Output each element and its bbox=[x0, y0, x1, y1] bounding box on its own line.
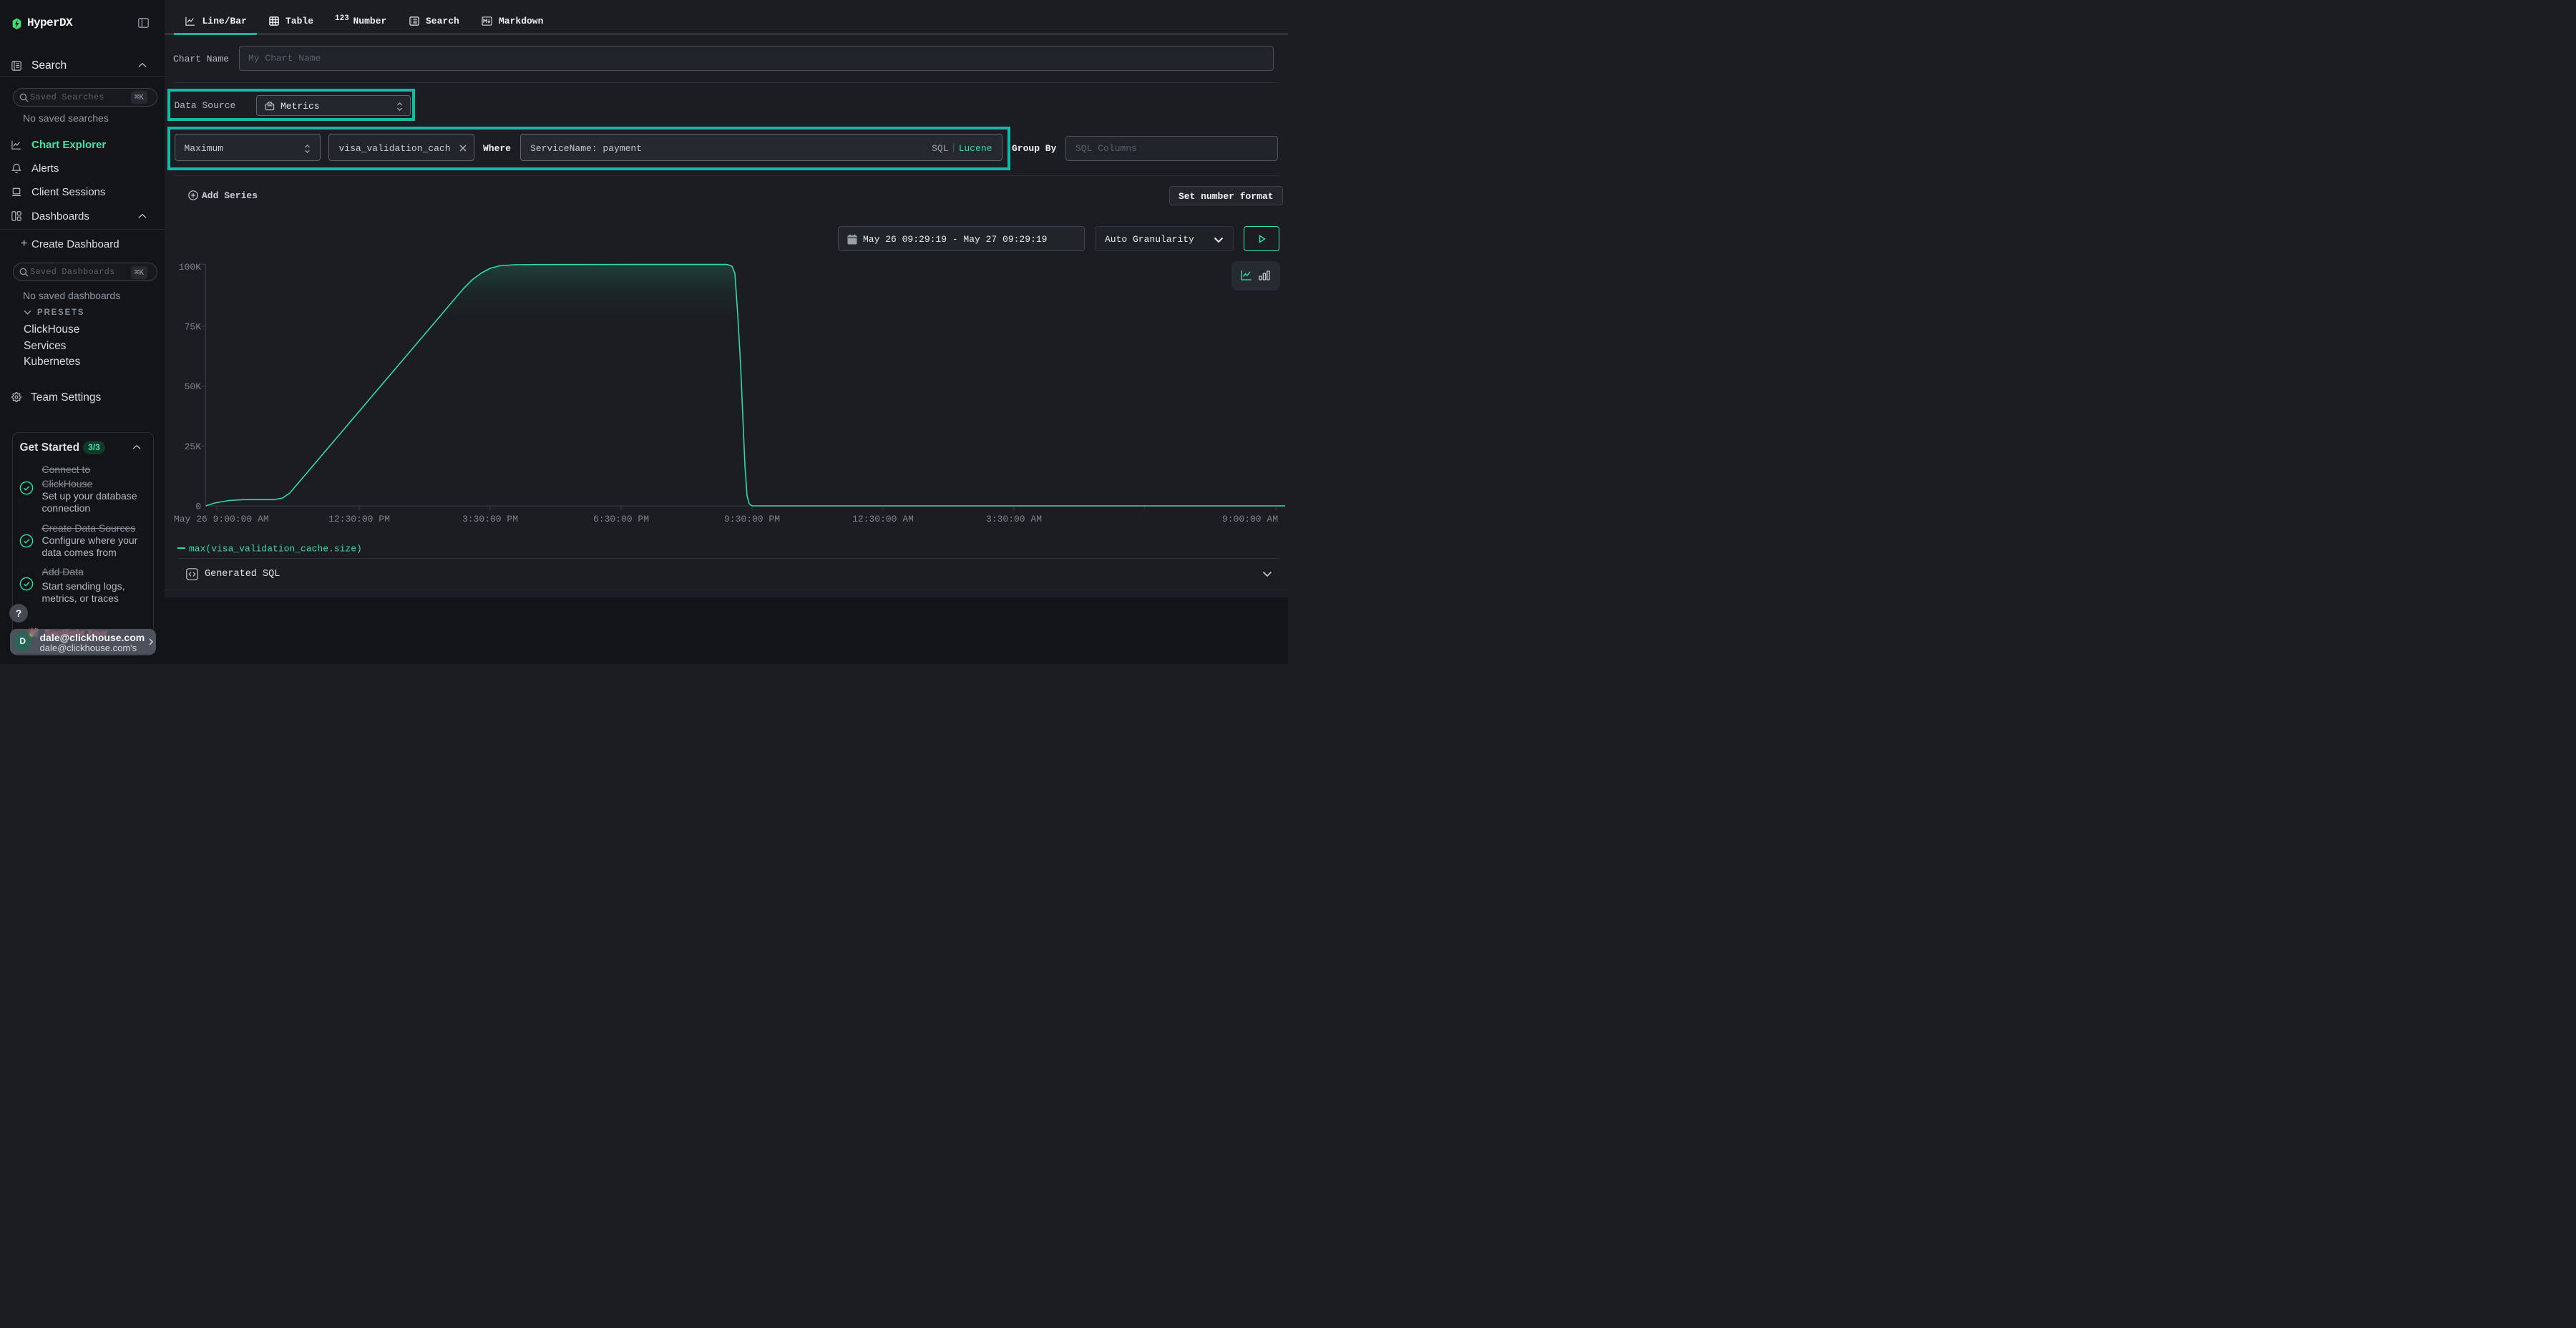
svg-text:3:30:00 PM: 3:30:00 PM bbox=[462, 514, 518, 524]
svg-text:50K: 50K bbox=[185, 381, 202, 392]
svg-text:12:30:00 AM: 12:30:00 AM bbox=[852, 514, 914, 524]
svg-text:75K: 75K bbox=[185, 322, 202, 333]
svg-text:6:30:00 PM: 6:30:00 PM bbox=[593, 514, 649, 524]
svg-text:12:30:00 PM: 12:30:00 PM bbox=[328, 514, 390, 524]
svg-text:100K: 100K bbox=[179, 262, 201, 273]
svg-text:0: 0 bbox=[195, 502, 201, 512]
svg-text:9:30:00 PM: 9:30:00 PM bbox=[724, 514, 780, 524]
svg-text:max(visa_validation_cache.size: max(visa_validation_cache.size) bbox=[189, 544, 362, 555]
svg-text:3:30:00 AM: 3:30:00 AM bbox=[986, 514, 1042, 524]
svg-text:25K: 25K bbox=[185, 441, 202, 452]
svg-text:May 26 9:00:00 AM: May 26 9:00:00 AM bbox=[174, 514, 269, 524]
svg-text:9:00:00 AM: 9:00:00 AM bbox=[1222, 514, 1278, 524]
